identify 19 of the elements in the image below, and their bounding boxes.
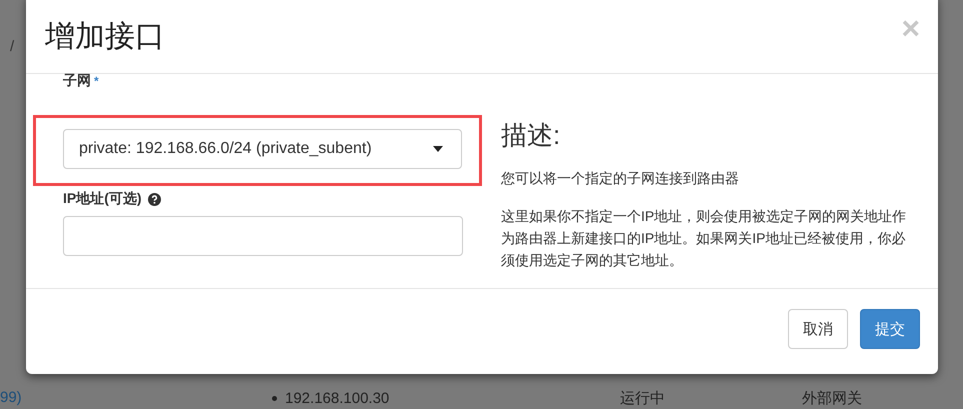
table-cell: 192.168.100.30: [285, 390, 390, 407]
description-heading: 描述:: [501, 119, 562, 152]
bullet-icon: [272, 396, 277, 401]
field-label: IP地址(可选): [63, 190, 142, 208]
required-mark: *: [94, 74, 99, 88]
field-label: 子网: [63, 72, 91, 90]
ip-address-input[interactable]: [63, 216, 463, 256]
breadcrumb-separator: /: [10, 38, 14, 55]
caret-icon: [433, 146, 443, 152]
table-cell-text: 运行中: [620, 389, 666, 408]
help-icon[interactable]: [148, 192, 161, 206]
description-text: 您可以将一个指定的子网连接到路由器: [501, 169, 740, 188]
dialog-title: 增加接口: [45, 19, 165, 55]
submit-button[interactable]: 提交: [860, 309, 920, 349]
description-text: 这里如果你不指定一个IP地址，则会使用被选定子网的网关地址作为路由器上新建接口的IP地址。如果网关IP地址已经被使用，你必须使用选定子网的其它地址。: [501, 207, 908, 270]
subnet-select[interactable]: private: 192.168.66.0/24 (private_subent): [63, 129, 462, 169]
table-link[interactable]: 99): [0, 389, 260, 408]
cancel-button[interactable]: 取消: [788, 309, 848, 349]
table-cell: 外部网关: [802, 389, 862, 408]
